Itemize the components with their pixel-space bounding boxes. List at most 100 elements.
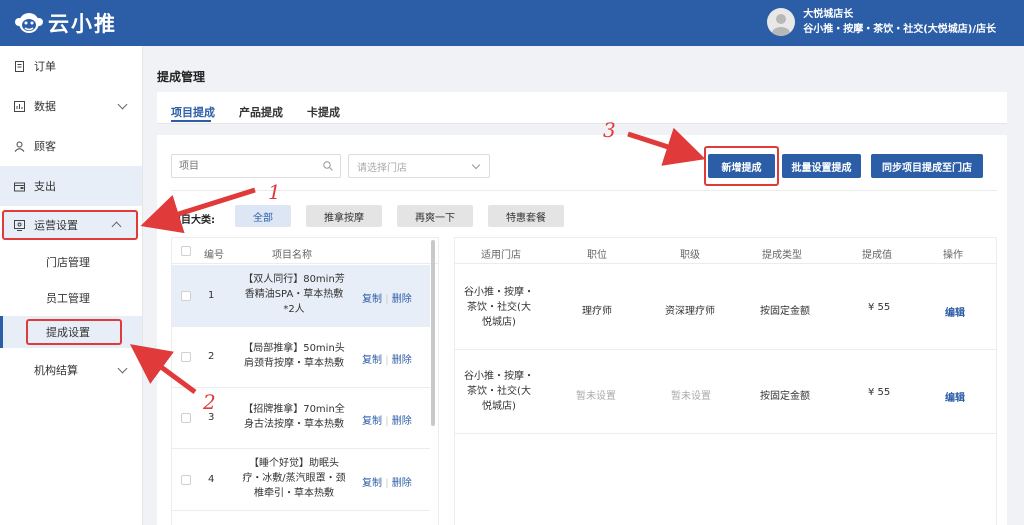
highlight-box — [704, 146, 779, 186]
row-checkbox[interactable] — [181, 352, 191, 362]
tab-project-commission[interactable]: 项目提成 — [171, 104, 215, 120]
logo-text: 云小推 — [48, 12, 117, 36]
chevron-down-icon — [471, 160, 481, 170]
user-icon — [14, 141, 25, 152]
table-row[interactable]: 谷小推・按摩・茶饮・社交(大悦城店) 暂未设置 暂未设置 按固定金额 ¥ 55 … — [455, 350, 996, 434]
header-value: 提成值 — [862, 250, 892, 261]
tab-card-commission[interactable]: 卡提成 — [307, 104, 340, 120]
row-type: 按固定金额 — [760, 306, 810, 317]
sidebar-subitem-staff-management[interactable]: 员工管理 — [0, 282, 142, 314]
row-position: 暂未设置 — [576, 391, 616, 402]
top-header: 云小推 大悦城店长 谷小推・按摩・茶饮・社交(大悦城店)/店长 — [0, 0, 1024, 46]
tabs-bar: 项目提成 产品提成 卡提成 — [157, 92, 1007, 124]
row-store: 谷小推・按摩・茶饮・社交(大悦城店) — [464, 287, 534, 328]
sidebar-item-settlement[interactable]: 机构结算 — [0, 350, 142, 390]
delete-link[interactable]: 删除 — [392, 416, 412, 427]
table-row[interactable]: 2 【局部推拿】50min头肩颈背按摩・草本热敷 复制 | 删除 — [172, 327, 430, 388]
table-row[interactable]: 谷小推・按摩・茶饮・社交(大悦城店) 理疗师 资深理疗师 按固定金额 ¥ 55 … — [455, 265, 996, 350]
store-select[interactable]: 请选择门店 — [348, 154, 490, 178]
sync-commission-button[interactable]: 同步项目提成至门店 — [871, 154, 983, 178]
delete-link[interactable]: 删除 — [392, 478, 412, 489]
table-row[interactable]: 4 【睡个好觉】助眠头疗・冰敷/蒸汽眼罩・颈椎牵引・草本热敷 复制 | 删除 — [172, 449, 430, 511]
delete-link[interactable]: 删除 — [392, 294, 412, 305]
sidebar-subitem-store-management[interactable]: 门店管理 — [0, 246, 142, 278]
annotation-number-1: 1 — [268, 180, 281, 204]
category-chip-all[interactable]: 全部 — [235, 205, 291, 227]
sidebar-item-label: 订单 — [34, 60, 56, 73]
header-num: 编号 — [204, 250, 224, 261]
table-header: 适用门店 职位 职级 提成类型 提成值 操作 — [455, 238, 996, 264]
copy-link[interactable]: 复制 — [362, 416, 382, 427]
row-actions: 复制 | 删除 — [362, 416, 412, 427]
commission-table: 适用门店 职位 职级 提成类型 提成值 操作 谷小推・按摩・茶饮・社交(大悦城店… — [454, 237, 997, 525]
category-chip-special[interactable]: 特惠套餐 — [488, 205, 564, 227]
row-value: ¥ 55 — [868, 302, 891, 313]
sidebar-item-data[interactable]: 数据 — [0, 86, 142, 126]
row-num: 1 — [208, 290, 215, 301]
search-icon — [323, 161, 333, 171]
avatar[interactable] — [767, 8, 796, 36]
logo[interactable]: 云小推 — [14, 8, 117, 38]
table-row[interactable]: 1 【双人同行】80min芳香精油SPA・草本热敷*2人 复制 | 删除 — [172, 265, 430, 327]
row-checkbox[interactable] — [181, 291, 191, 301]
copy-link[interactable]: 复制 — [362, 355, 382, 366]
sidebar-subitem-label: 员工管理 — [46, 292, 90, 305]
annotation-number-2: 2 — [203, 390, 216, 414]
category-chip-massage[interactable]: 推拿按摩 — [306, 205, 382, 227]
copy-link[interactable]: 复制 — [362, 478, 382, 489]
select-all-checkbox[interactable] — [181, 246, 191, 256]
header-name: 项目名称 — [272, 250, 312, 261]
chart-icon — [14, 100, 25, 112]
annotation-number-3: 3 — [603, 118, 616, 142]
search-input[interactable] — [171, 154, 341, 178]
row-level: 资深理疗师 — [665, 306, 715, 317]
sidebar-item-orders[interactable]: 订单 — [0, 46, 142, 86]
sidebar-item-expense[interactable]: 支出 — [0, 166, 142, 206]
sidebar-item-label: 运营设置 — [34, 219, 78, 232]
header-action: 操作 — [943, 250, 963, 261]
copy-link[interactable]: 复制 — [362, 294, 382, 305]
sidebar-item-label: 机构结算 — [34, 364, 78, 377]
row-type: 按固定金额 — [760, 391, 810, 402]
table-header: 编号 项目名称 — [172, 238, 438, 264]
category-label: 项目大类: — [171, 215, 215, 226]
tab-underline — [171, 120, 211, 122]
row-name: 【局部推拿】50min头肩颈背按摩・草本热敷 — [243, 343, 345, 369]
row-actions: 复制 | 删除 — [362, 355, 412, 366]
settings-icon — [14, 219, 25, 231]
row-checkbox[interactable] — [181, 413, 191, 423]
header-position: 职位 — [587, 250, 607, 261]
category-chip-refresh[interactable]: 再爽一下 — [397, 205, 473, 227]
sidebar-item-operations[interactable]: 运营设置 — [2, 210, 138, 240]
tab-product-commission[interactable]: 产品提成 — [239, 104, 283, 120]
header-level: 职级 — [680, 250, 700, 261]
row-actions: 复制 | 删除 — [362, 294, 412, 305]
row-name: 【睡个好觉】助眠头疗・冰敷/蒸汽眼罩・颈椎牵引・草本热敷 — [242, 458, 346, 499]
batch-set-commission-button[interactable]: 批量设置提成 — [782, 154, 861, 178]
sidebar: 订单 数据 顾客 支出 运营设置 门店管理 员工管理 提成设置 机构结算 — [0, 46, 143, 525]
sidebar-item-label: 支出 — [34, 180, 56, 193]
chevron-down-icon — [117, 99, 128, 110]
sidebar-subitem-label: 门店管理 — [46, 256, 90, 269]
user-info[interactable]: 大悦城店长 谷小推・按摩・茶饮・社交(大悦城店)/店长 — [767, 7, 996, 37]
page-title: 提成管理 — [157, 70, 206, 84]
row-name: 【招牌推拿】70min全身古法按摩・草本热敷 — [243, 404, 345, 430]
sidebar-item-label: 顾客 — [34, 140, 56, 153]
row-num: 4 — [208, 474, 215, 485]
header-store: 适用门店 — [481, 250, 521, 261]
header-type: 提成类型 — [762, 250, 802, 261]
row-position: 理疗师 — [582, 306, 612, 317]
user-name: 大悦城店长 — [803, 9, 854, 20]
edit-link[interactable]: 编辑 — [945, 304, 965, 319]
edit-link[interactable]: 编辑 — [945, 389, 965, 404]
user-avatar-icon — [772, 14, 791, 36]
user-role: 谷小推・按摩・茶饮・社交(大悦城店)/店长 — [803, 24, 996, 35]
row-store: 谷小推・按摩・茶饮・社交(大悦城店) — [464, 371, 534, 412]
content-panel: 请选择门店 新增提成 批量设置提成 同步项目提成至门店 项目大类: 全部 推拿按… — [157, 135, 1007, 525]
row-checkbox[interactable] — [181, 475, 191, 485]
delete-link[interactable]: 删除 — [392, 355, 412, 366]
scrollbar[interactable] — [431, 240, 435, 426]
store-select-placeholder: 请选择门店 — [357, 162, 407, 174]
sidebar-item-customers[interactable]: 顾客 — [0, 126, 142, 166]
divider — [171, 190, 997, 191]
